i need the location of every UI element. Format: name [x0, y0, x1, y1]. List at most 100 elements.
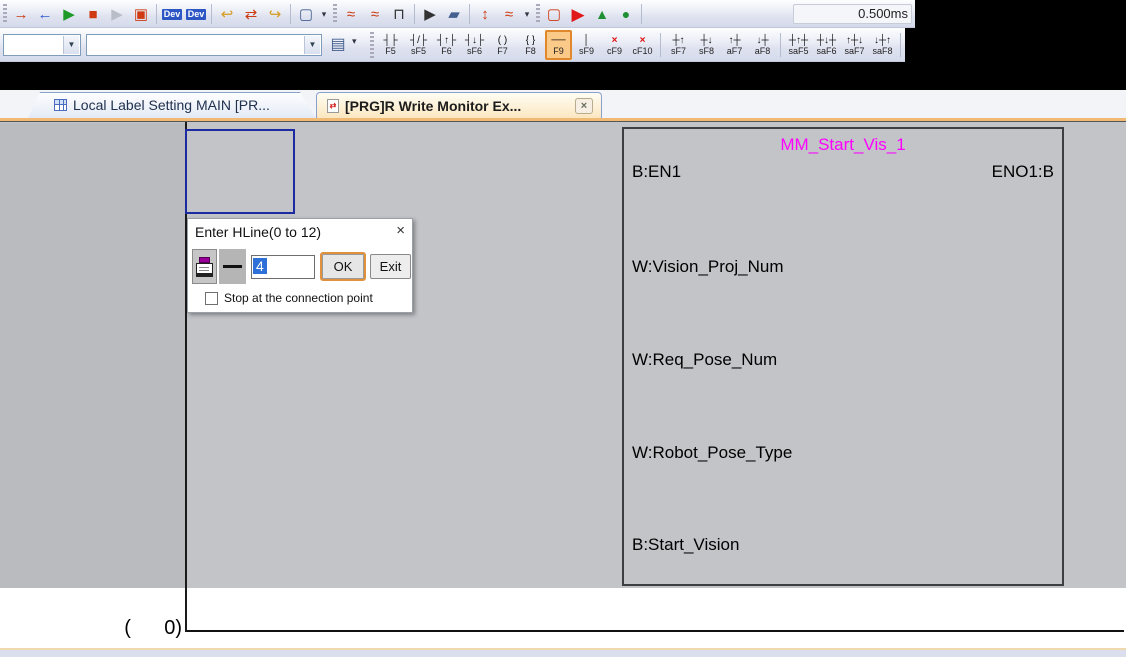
fkey-pulse-up-button[interactable]: ┼↑ sF7: [665, 30, 692, 60]
pin-start-vision[interactable]: B:Start_Vision: [632, 535, 739, 555]
toolbar-overflow-chevron-icon[interactable]: ▾: [318, 3, 330, 25]
horizontal-line-icon: ──: [551, 35, 565, 46]
fkey-closed-contact-button[interactable]: ┤/├ sF5: [405, 30, 432, 60]
warning-icon[interactable]: ▲: [590, 3, 614, 25]
label-grid-icon: [54, 99, 67, 111]
fkey-label: F8: [525, 46, 536, 56]
sim-screen-icon[interactable]: ▢: [542, 3, 566, 25]
device-register-monitor-icon[interactable]: Dev: [184, 3, 208, 25]
rung-horizontal-line: [187, 630, 1124, 632]
enter-hline-dialog: Enter HLine(0 to 12) × 4 OK Exit Stop at…: [187, 218, 413, 313]
fkey-label: F5: [385, 46, 396, 56]
chevron-down-icon[interactable]: ▼: [63, 36, 79, 54]
delete-vline-icon: ×: [640, 35, 646, 46]
pulse-run-icon[interactable]: ⊓: [387, 3, 411, 25]
fkey-delete-hline-button[interactable]: × cF9: [601, 30, 628, 60]
stop-monitor-icon[interactable]: ■: [81, 3, 105, 25]
toolbar-grip[interactable]: [3, 4, 7, 24]
toolbar-separator: [290, 4, 291, 24]
application-window: → ← ▶ ■ ▶ ▣ Dev Dev ↩ ⇄ ↪ ▢ ▾ ≈ ≈ ⊓ ▶ ▰ …: [0, 0, 1126, 657]
screen-capture-icon[interactable]: ▰: [442, 3, 466, 25]
pulse-not-down-icon: ┼↓┼: [817, 35, 836, 46]
fkey-falling-contact-button[interactable]: ┤↓├ sF6: [461, 30, 488, 60]
write-to-plc-icon[interactable]: →: [9, 3, 33, 25]
pin-eno1[interactable]: ENO1:B: [992, 162, 1054, 182]
bottom-scrollbar-strip[interactable]: [0, 648, 1126, 657]
document-search-icon[interactable]: ▤: [326, 33, 350, 57]
fkey-pulse-both-down-button[interactable]: ↓┼↑ saF8: [869, 30, 896, 60]
toolbar-grip[interactable]: [536, 4, 540, 24]
graph-wave-icon[interactable]: ≈: [497, 3, 521, 25]
stop-watch-monitor-icon[interactable]: ▣: [129, 3, 153, 25]
fkey-vline-button[interactable]: │ sF9: [573, 30, 600, 60]
information-icon[interactable]: ●: [614, 3, 638, 25]
tab-local-label-setting[interactable]: Local Label Setting MAIN [PR...: [28, 92, 316, 118]
dev-badge: Dev: [162, 9, 183, 20]
function-block-title: MM_Start_Vis_1: [624, 135, 1062, 155]
ok-button[interactable]: OK: [320, 252, 366, 281]
fkey-pulse-both-up-button[interactable]: ↑┼↓ saF7: [841, 30, 868, 60]
instruction-icon: { }: [526, 35, 535, 46]
close-tab-icon[interactable]: ×: [575, 98, 593, 114]
stop-at-connection-checkbox[interactable]: [205, 292, 218, 305]
fkey-label: sF8: [699, 46, 714, 56]
function-block-mm-start-vis[interactable]: MM_Start_Vis_1 B:EN1 ENO1:B W:Vision_Pro…: [622, 127, 1064, 586]
fkey-pulse-down-button[interactable]: ┼↓ sF8: [693, 30, 720, 60]
chevron-down-icon[interactable]: ▼: [304, 36, 320, 54]
device-printer-icon: [196, 257, 214, 277]
read-from-plc-icon[interactable]: ←: [33, 3, 57, 25]
pulse-not-up-icon: ┼↑┼: [789, 35, 808, 46]
fkey-label: aF7: [727, 46, 743, 56]
fkey-open-contact-button[interactable]: ┤├ F5: [377, 30, 404, 60]
fkey-delete-vline-button[interactable]: × cF10: [629, 30, 656, 60]
trend-graph-b-icon[interactable]: ≈: [363, 3, 387, 25]
toolbar-separator: [414, 4, 415, 24]
vertical-line-icon: │: [583, 35, 589, 46]
fkey-label: F7: [497, 46, 508, 56]
find-monitor-icon[interactable]: ▶: [418, 3, 442, 25]
toolbar-overflow-chevron-icon[interactable]: ▾: [521, 3, 533, 25]
fkey-instruction-button[interactable]: { } F8: [517, 30, 544, 60]
hline-count-input[interactable]: 4: [251, 255, 315, 279]
fkey-label: aF8: [755, 46, 771, 56]
toolbar-grip[interactable]: [333, 4, 337, 24]
graph-scale-icon[interactable]: ↕: [473, 3, 497, 25]
fkey-pulse-down-alt-button[interactable]: ↓┼ aF8: [749, 30, 776, 60]
fkey-label: sF7: [671, 46, 686, 56]
coil-icon: ( ): [498, 35, 507, 46]
fkey-pulse-not-down-button[interactable]: ┼↓┼ saF6: [813, 30, 840, 60]
fkey-pulse-up-alt-button[interactable]: ↑┼ aF7: [721, 30, 748, 60]
tab-prg-write-monitor[interactable]: ⇄ [PRG]R Write Monitor Ex... ×: [316, 92, 602, 118]
note-display-icon[interactable]: ↪: [263, 3, 287, 25]
fkey-rising-contact-button[interactable]: ┤↑├ F6: [433, 30, 460, 60]
pin-req-pose-num[interactable]: W:Req_Pose_Num: [632, 350, 777, 370]
toolbar-grip[interactable]: [370, 32, 374, 58]
ladder-symbol-toolbar: ┤├ F5 ┤/├ sF5 ┤↑├ F6 ┤↓├ sF6 ( ) F7 { } …: [370, 30, 905, 60]
instruction-help-button[interactable]: [192, 249, 217, 284]
run-icon[interactable]: ▶: [566, 3, 590, 25]
display-lock-icon[interactable]: ▢: [294, 3, 318, 25]
exit-button[interactable]: Exit: [370, 254, 411, 279]
comment-display-icon[interactable]: ↩: [215, 3, 239, 25]
fkey-label: sF6: [467, 46, 482, 56]
start-monitor-icon[interactable]: ▶: [57, 3, 81, 25]
fkey-label: saF8: [872, 46, 892, 56]
checkbox-label: Stop at the connection point: [224, 291, 373, 305]
device-combo-box[interactable]: ▼: [3, 34, 81, 56]
pulse-up-icon: ┼↑: [672, 35, 684, 46]
trend-graph-a-icon[interactable]: ≈: [339, 3, 363, 25]
fkey-label: saF6: [816, 46, 836, 56]
pin-vision-proj-num[interactable]: W:Vision_Proj_Num: [632, 257, 784, 277]
fkey-hline-button[interactable]: ── F9: [545, 30, 572, 60]
toolbar-overflow-chevron-icon[interactable]: ▾: [352, 36, 357, 47]
hline-symbol-box: [219, 249, 246, 284]
fkey-coil-button[interactable]: ( ) F7: [489, 30, 516, 60]
close-icon[interactable]: ×: [396, 222, 405, 239]
device-batch-monitor-icon[interactable]: Dev: [160, 3, 184, 25]
pin-robot-pose-type[interactable]: W:Robot_Pose_Type: [632, 443, 792, 463]
statement-display-icon[interactable]: ⇄: [239, 3, 263, 25]
find-combo-box[interactable]: ▼: [86, 34, 322, 56]
toolbar-separator: [660, 33, 661, 57]
pin-en1[interactable]: B:EN1: [632, 162, 681, 182]
fkey-pulse-not-up-button[interactable]: ┼↑┼ saF5: [785, 30, 812, 60]
